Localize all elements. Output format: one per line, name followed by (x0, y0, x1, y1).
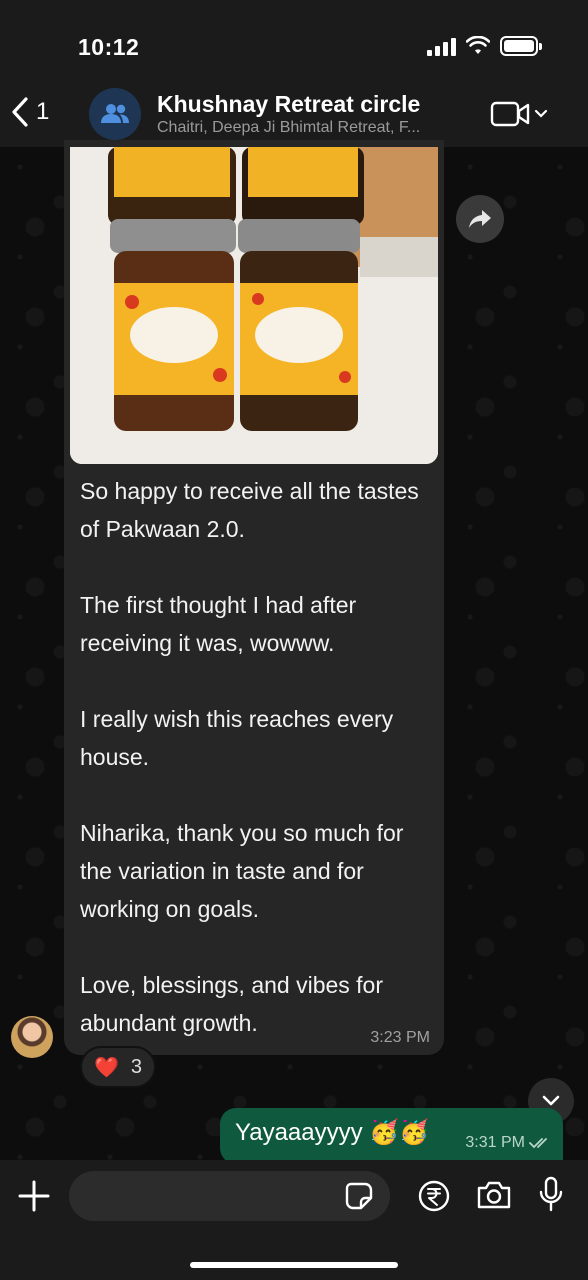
message-timestamp: 3:23 PM (370, 1029, 430, 1046)
payment-rupee-icon[interactable] (418, 1180, 450, 1212)
pickle-jars-image (70, 147, 438, 464)
forward-button[interactable] (456, 195, 504, 243)
microphone-icon[interactable] (538, 1176, 564, 1212)
chevron-left-icon (12, 97, 28, 127)
chevron-down-icon (534, 109, 548, 118)
nav-row: 1 Khushnay Retreat circle Chaitri, Deepa… (0, 82, 588, 146)
video-call-button[interactable] (490, 100, 548, 128)
reaction-pill[interactable]: ❤️ 3 (80, 1046, 157, 1088)
chat-header: 10:12 1 Khushnay Retreat circle Chaitri,… (0, 0, 588, 147)
plus-icon[interactable] (16, 1178, 52, 1214)
reaction-count: 3 (130, 1055, 143, 1078)
double-check-icon (529, 1138, 547, 1149)
shared-photo[interactable] (70, 147, 438, 464)
sticker-icon[interactable] (345, 1182, 373, 1210)
message-text: So happy to receive all the tastes of Pa… (80, 478, 419, 1036)
message-input[interactable] (69, 1171, 390, 1221)
heart-emoji-icon: ❤️ (94, 1056, 119, 1079)
wifi-icon (466, 36, 490, 54)
outgoing-message-text: Yayaaayyyy 🥳🥳 (235, 1119, 430, 1146)
group-name[interactable]: Khushnay Retreat circle (157, 91, 420, 118)
incoming-message-bubble[interactable]: So happy to receive all the tastes of Pa… (64, 140, 444, 1055)
status-time: 10:12 (78, 34, 140, 60)
outgoing-message-timestamp: 3:31 PM (465, 1134, 525, 1151)
outgoing-message-meta: 3:31 PM (465, 1134, 551, 1152)
message-composer (0, 1160, 588, 1280)
home-indicator (190, 1262, 398, 1268)
sender-avatar[interactable] (11, 1016, 53, 1058)
group-members[interactable]: Chaitri, Deepa Ji Bhimtal Retreat, F... (157, 119, 467, 137)
video-camera-icon (490, 101, 530, 127)
status-bar: 10:12 (0, 0, 588, 80)
forward-arrow-icon (469, 210, 491, 228)
battery-icon (500, 36, 542, 56)
outgoing-message-bubble[interactable]: Yayaaayyyy 🥳🥳 3:31 PM (220, 1108, 563, 1164)
status-icons (427, 36, 542, 56)
cellular-signal-icon (427, 36, 456, 56)
group-avatar[interactable] (89, 88, 141, 140)
group-people-icon (101, 104, 129, 123)
chevron-down-icon (542, 1095, 560, 1106)
camera-icon[interactable] (476, 1180, 512, 1210)
back-button[interactable]: 1 (10, 96, 49, 128)
unread-count: 1 (36, 98, 50, 125)
